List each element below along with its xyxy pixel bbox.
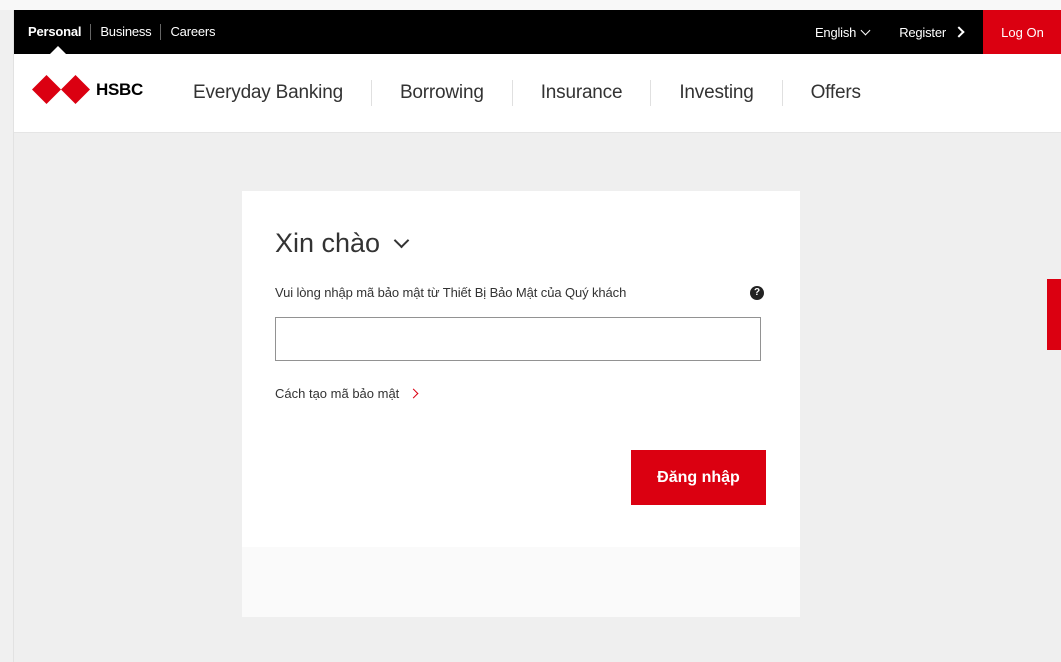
chevron-down-icon (860, 25, 871, 35)
login-card: Xin chào Vui lòng nhập mã bảo mật từ Thi… (242, 191, 800, 617)
page: Personal Business Careers English Regist… (13, 10, 1061, 662)
login-submit-button[interactable]: Đăng nhập (631, 450, 766, 505)
nav-menu: Everyday Banking Borrowing Insurance Inv… (179, 54, 889, 132)
help-link-label: Cách tạo mã bảo mật (275, 386, 400, 401)
login-card-body: Xin chào Vui lòng nhập mã bảo mật từ Thi… (242, 191, 800, 547)
security-code-label: Vui lòng nhập mã bảo mật từ Thiết Bị Bảo… (275, 285, 627, 300)
language-label: English (814, 24, 857, 40)
brand-name: HSBC (96, 79, 143, 99)
hsbc-hexagon-logo-icon (32, 75, 90, 104)
nav-item-investing[interactable]: Investing (650, 80, 781, 106)
nav-item-insurance[interactable]: Insurance (511, 80, 651, 106)
segment-personal[interactable]: Personal (14, 24, 90, 40)
register-link[interactable]: Register (899, 24, 965, 40)
hsbc-logo[interactable]: HSBC (32, 75, 143, 104)
log-on-button[interactable]: Log On (983, 10, 1061, 54)
greeting-toggle[interactable]: Xin chào (275, 228, 410, 259)
chevron-right-icon (953, 26, 965, 38)
top-bar: Personal Business Careers English Regist… (14, 10, 1061, 54)
security-code-input[interactable] (275, 317, 761, 361)
segment-careers[interactable]: Careers (160, 24, 224, 40)
feedback-side-tab[interactable] (1047, 279, 1061, 350)
language-selector[interactable]: English (814, 24, 871, 40)
register-label: Register (899, 24, 946, 40)
question-circle-icon[interactable]: ? (750, 286, 764, 300)
segment-business[interactable]: Business (90, 24, 160, 40)
window-top-strip (0, 0, 1061, 10)
header-tools: English Register Log On (815, 10, 1061, 54)
active-segment-marker (50, 46, 66, 54)
nav-item-everyday-banking[interactable]: Everyday Banking (179, 80, 371, 106)
main-navigation-bar: HSBC Everyday Banking Borrowing Insuranc… (14, 54, 1061, 133)
chevron-right-icon (408, 388, 419, 399)
nav-item-offers[interactable]: Offers (781, 80, 889, 106)
nav-item-borrowing[interactable]: Borrowing (370, 80, 512, 106)
how-to-generate-code-link[interactable]: Cách tạo mã bảo mật (275, 386, 419, 401)
segment-switcher: Personal Business Careers (14, 10, 224, 54)
chevron-down-icon (393, 232, 410, 249)
greeting-text: Xin chào (275, 228, 381, 258)
